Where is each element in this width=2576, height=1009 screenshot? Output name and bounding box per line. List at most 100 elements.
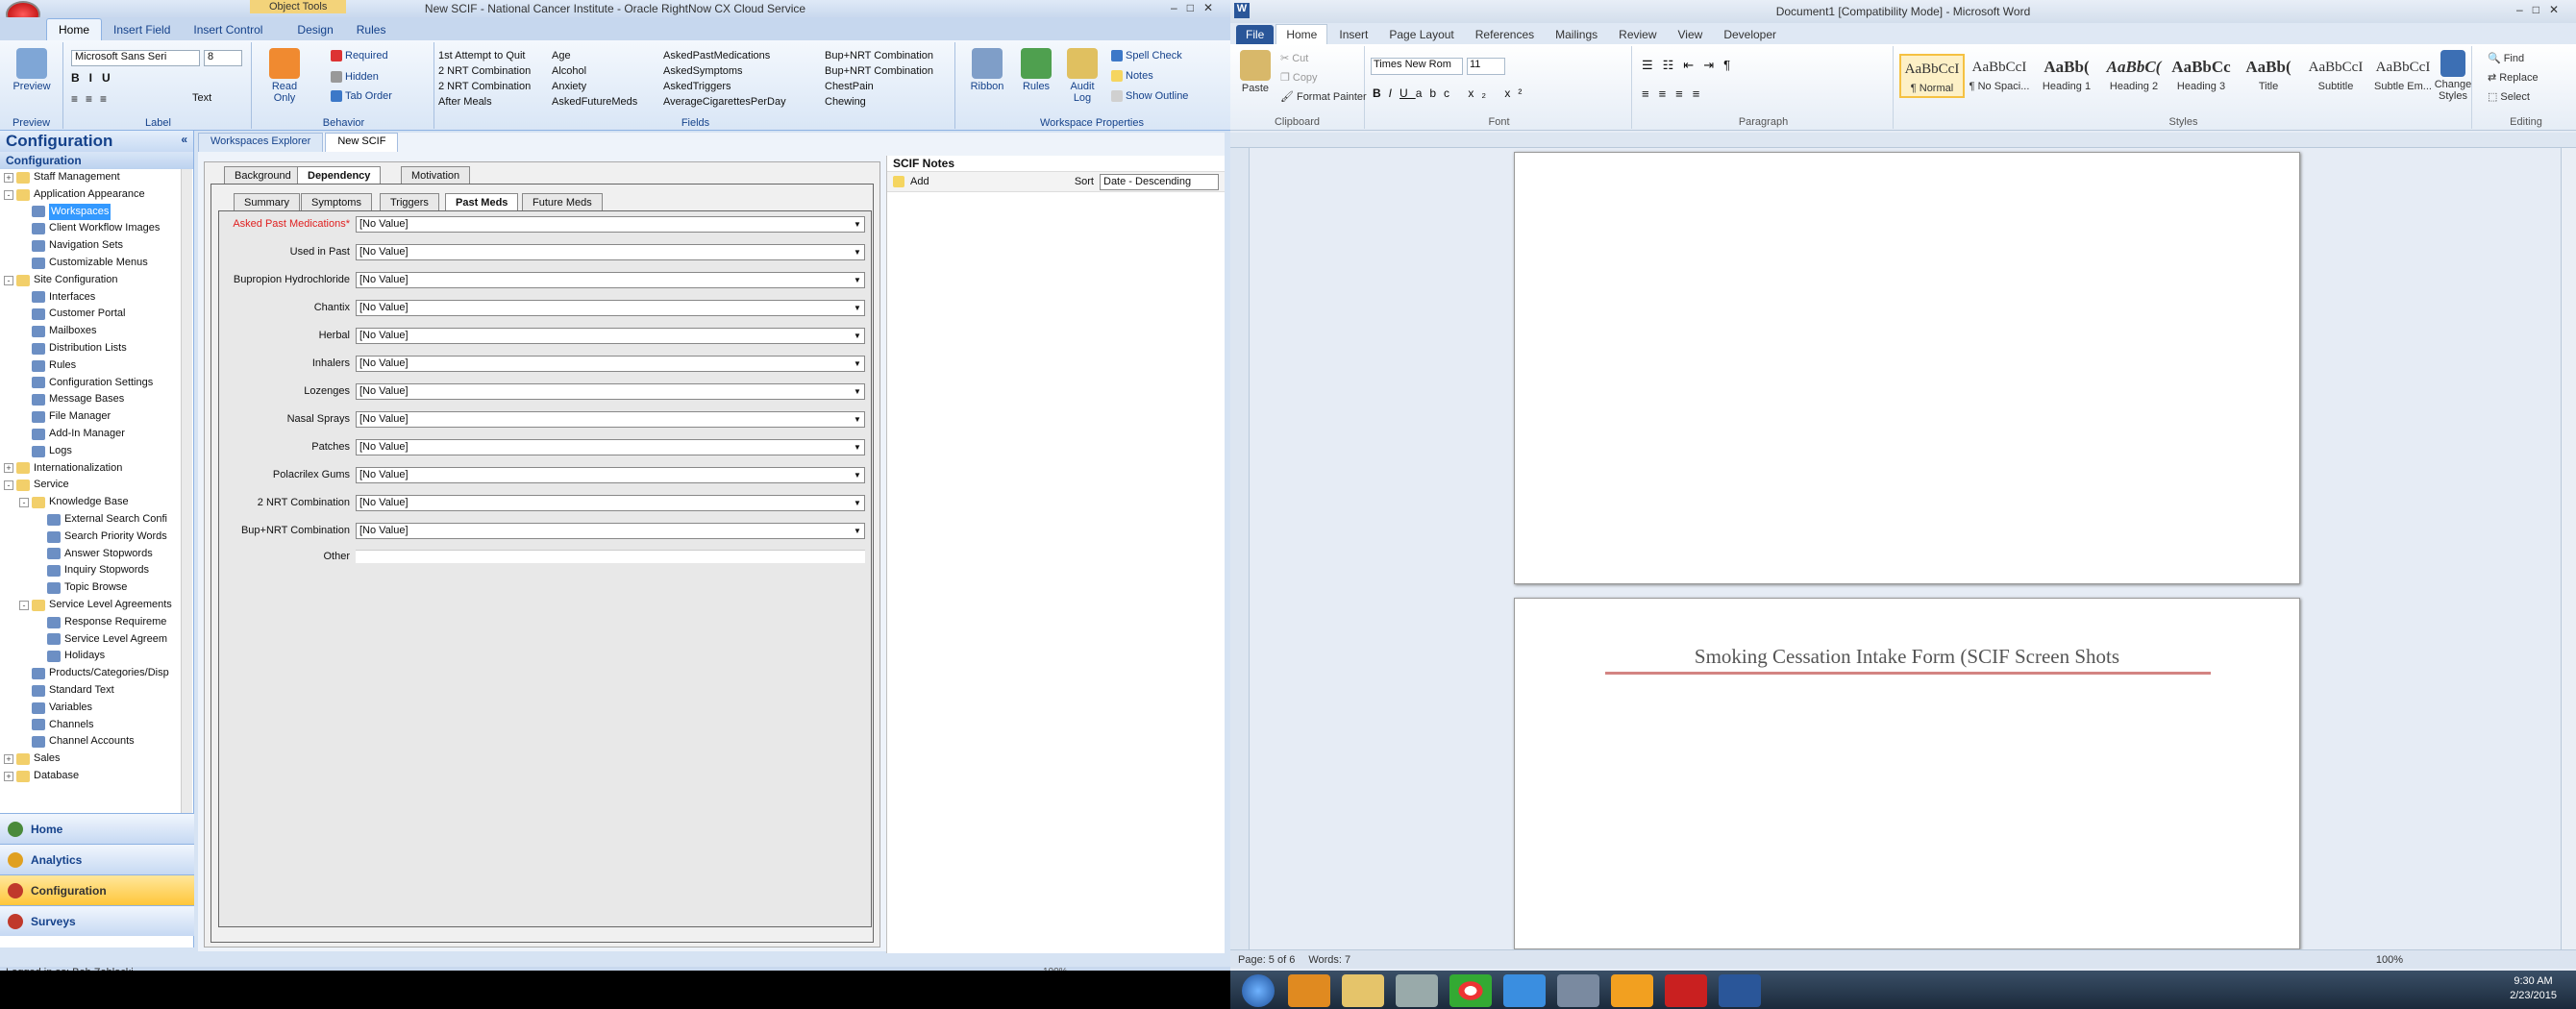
style-option[interactable]: AaBbCcI ¶ No Spaci...	[1967, 54, 2032, 98]
sort-select[interactable]: Date - Descending	[1100, 173, 1219, 190]
nav-bar-surveys[interactable]: Surveys	[0, 905, 194, 936]
tree-item[interactable]: + Database	[0, 768, 181, 785]
tree-item[interactable]: - Service	[0, 477, 181, 494]
cut-button[interactable]: ✂ Cut	[1280, 52, 1308, 65]
tree-item[interactable]: Answer Stopwords	[0, 546, 181, 563]
required-button[interactable]: Required	[331, 50, 388, 62]
word-logo-icon[interactable]: W	[1234, 3, 1250, 18]
field-item[interactable]: 2 NRT Combination	[438, 79, 531, 94]
field-item[interactable]: AskedSymptoms	[663, 63, 786, 79]
chevron-down-icon[interactable]: ▼	[851, 468, 864, 482]
replace-button[interactable]: ⇄ Replace	[2488, 71, 2539, 85]
file-icon[interactable]	[1557, 974, 1599, 1007]
field-item[interactable]: After Meals	[438, 94, 531, 110]
chevron-down-icon[interactable]: ▼	[851, 301, 864, 315]
field-item[interactable]: AverageCigarettesPerDay	[663, 94, 786, 110]
change-styles-button[interactable]: Change Styles	[2434, 50, 2472, 102]
tab-mailings[interactable]: Mailings	[1546, 25, 1607, 44]
nav-bar-configuration[interactable]: Configuration	[0, 874, 194, 905]
tree-item[interactable]: Rules	[0, 357, 181, 375]
form-row-select[interactable]: [No Value] ▼	[356, 410, 865, 428]
tree-item[interactable]: - Knowledge Base	[0, 494, 181, 511]
tree-item[interactable]: Channels	[0, 717, 181, 734]
expand-icon[interactable]: +	[4, 771, 13, 781]
format-buttons-icon[interactable]: BIU	[71, 71, 120, 85]
style-option[interactable]: AaBbCcI ¶ Normal	[1899, 54, 1965, 98]
word-zoom[interactable]: 100%	[2376, 954, 2403, 966]
tree-item[interactable]: + Sales	[0, 751, 181, 768]
form-row-select[interactable]: [No Value] ▼	[356, 271, 865, 288]
tree-item[interactable]: + Staff Management	[0, 169, 181, 186]
nav-bar-analytics[interactable]: Analytics	[0, 844, 194, 874]
document-page-5[interactable]: Smoking Cessation Intake Form (SCIF Scre…	[1514, 598, 2300, 949]
tree-item[interactable]: Products/Categories/Disp	[0, 665, 181, 682]
tab-references[interactable]: References	[1466, 25, 1544, 44]
tree-item[interactable]: Topic Browse	[0, 579, 181, 597]
find-button[interactable]: 🔍 Find	[2488, 52, 2524, 65]
document-page-4[interactable]	[1514, 152, 2300, 584]
field-item[interactable]: Bup+NRT Combination	[825, 63, 933, 79]
tab-page-layout[interactable]: Page Layout	[1379, 25, 1463, 44]
media-player-icon[interactable]	[1288, 974, 1330, 1007]
explorer-icon[interactable]	[1342, 974, 1384, 1007]
chevron-down-icon[interactable]: ▼	[851, 440, 864, 455]
text-button[interactable]: Text	[192, 92, 211, 104]
field-item[interactable]: Bup+NRT Combination	[825, 48, 933, 63]
style-option[interactable]: AaBbC(Heading 2	[2101, 54, 2167, 98]
nav-bar-home[interactable]: Home	[0, 813, 194, 844]
form-row-select[interactable]: [No Value] ▼	[356, 382, 865, 400]
tree-item[interactable]: Customer Portal	[0, 306, 181, 323]
chevron-down-icon[interactable]: ▼	[851, 329, 864, 343]
tab-past-meds[interactable]: Past Meds	[445, 193, 519, 211]
font-name-select[interactable]: Microsoft Sans Seri	[71, 50, 200, 66]
tree-item[interactable]: Navigation Sets	[0, 237, 181, 255]
style-option[interactable]: AaBb(Heading 1	[2034, 54, 2099, 98]
word-window-controls-icon[interactable]: –□✕	[2516, 3, 2568, 16]
word-font-size-select[interactable]: 11	[1467, 58, 1505, 75]
page-count[interactable]: Page: 5 of 6	[1238, 954, 1295, 966]
field-item[interactable]: AskedFutureMeds	[552, 94, 637, 110]
tree-item[interactable]: Variables	[0, 700, 181, 717]
horizontal-ruler[interactable]	[1230, 133, 2576, 148]
form-row-select[interactable]: [No Value] ▼	[356, 355, 865, 372]
tab-new-scif[interactable]: New SCIF	[325, 133, 399, 152]
tab-background[interactable]: Background	[224, 166, 302, 185]
style-option[interactable]: AaBbCcI Subtitle	[2303, 54, 2368, 98]
chevron-down-icon[interactable]: ▼	[851, 273, 864, 287]
field-item[interactable]: Anxiety	[552, 79, 637, 94]
tab-file[interactable]: File	[1236, 25, 1275, 44]
tab-order-button[interactable]: Tab Order	[331, 90, 392, 102]
chevron-down-icon[interactable]: ▼	[851, 384, 864, 399]
form-row-select[interactable]: [No Value] ▼	[356, 438, 865, 455]
notes-button[interactable]: Notes	[1111, 70, 1153, 82]
word-font-name-select[interactable]: Times New Rom	[1371, 58, 1463, 75]
rightnow-taskbar-icon[interactable]	[1665, 974, 1707, 1007]
tree-item[interactable]: Response Requireme	[0, 614, 181, 631]
chevron-down-icon[interactable]: ▼	[851, 524, 864, 538]
tree-item[interactable]: Client Workflow Images	[0, 220, 181, 237]
tab-insert-control[interactable]: Insert Control	[182, 19, 274, 40]
internet-explorer-icon[interactable]	[1503, 974, 1546, 1007]
collapse-tree-icon[interactable]: -	[4, 480, 13, 491]
list-buttons-icon[interactable]: ☰☷⇤⇥¶	[1642, 58, 1740, 73]
select-button[interactable]: ⬚ Select	[2488, 90, 2530, 104]
start-button-icon[interactable]	[1242, 974, 1275, 1007]
copy-button[interactable]: ❐ Copy	[1280, 71, 1318, 85]
outlook-icon[interactable]	[1611, 974, 1653, 1007]
document-heading[interactable]: Smoking Cessation Intake Form (SCIF Scre…	[1515, 645, 2299, 669]
tree-item[interactable]: Workspaces	[0, 203, 181, 221]
tree-item[interactable]: Search Priority Words	[0, 529, 181, 546]
tree-item[interactable]: - Service Level Agreements	[0, 597, 181, 614]
tab-rules[interactable]: Rules	[345, 19, 398, 40]
word-format-buttons-icon[interactable]: BIUabc x₂ x²	[1373, 86, 1529, 100]
other-textarea[interactable]	[356, 550, 865, 563]
tab-insert-field[interactable]: Insert Field	[102, 19, 182, 40]
audit-log-button[interactable]: Audit Log	[1063, 48, 1102, 104]
spell-check-button[interactable]: Spell Check	[1111, 50, 1182, 62]
chevron-down-icon[interactable]: ▼	[851, 496, 864, 510]
tree-item[interactable]: Mailboxes	[0, 323, 181, 340]
tab-view[interactable]: View	[1669, 25, 1713, 44]
field-item[interactable]: 2 NRT Combination	[438, 63, 531, 79]
alignment-buttons-icon[interactable]: ≡≡≡≡	[1642, 86, 1709, 101]
collapse-tree-icon[interactable]: -	[4, 189, 13, 200]
